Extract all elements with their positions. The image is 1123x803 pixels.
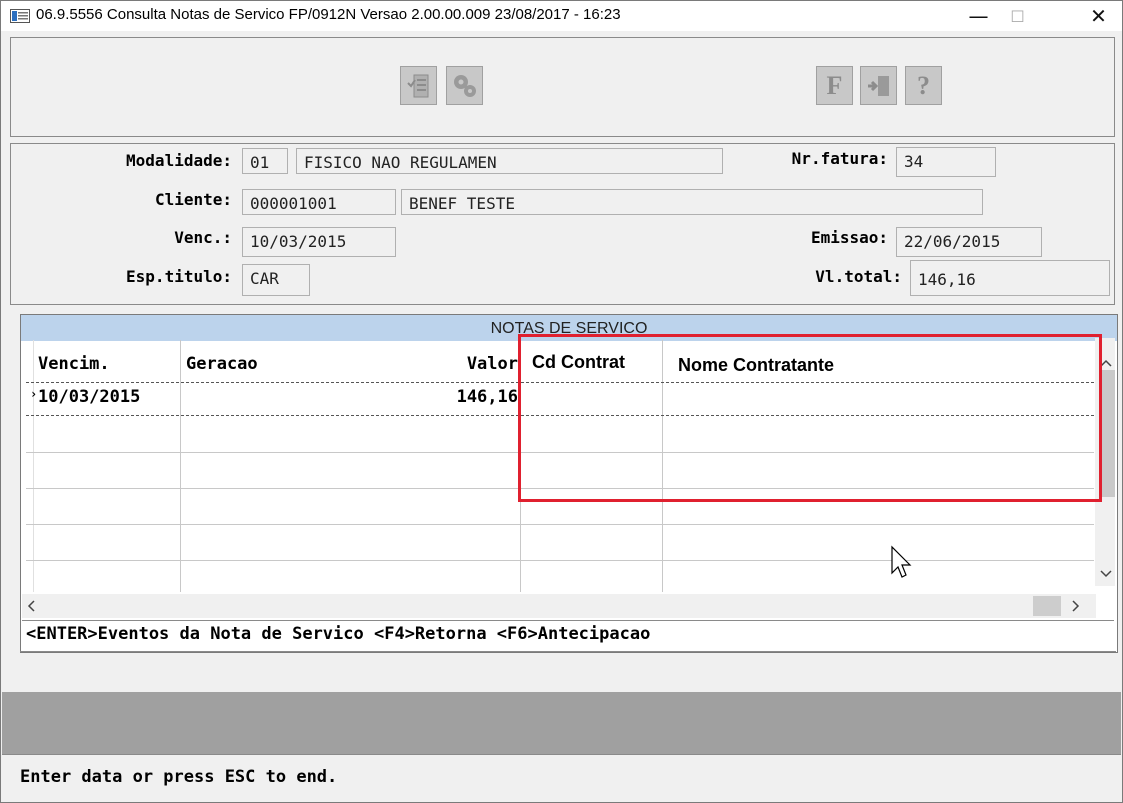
modalidade-code-field[interactable]: 01 — [242, 148, 288, 174]
vl-total-field[interactable]: 146,16 — [910, 260, 1110, 296]
help-button[interactable]: ? — [905, 66, 942, 105]
venc-label: Venc.: — [174, 228, 232, 247]
close-icon: ✕ — [1090, 4, 1107, 28]
grid-column-divider — [180, 340, 181, 592]
f-button[interactable]: F — [816, 66, 853, 105]
row-marker: › — [30, 387, 38, 401]
help-icon: ? — [917, 70, 930, 100]
scroll-right-icon[interactable] — [1071, 600, 1081, 612]
shortcut-hint: <ENTER>Eventos da Nota de Servico <F4>Re… — [26, 624, 651, 644]
cliente-code-field[interactable]: 000001001 — [242, 189, 396, 215]
nr-fatura-label: Nr.fatura: — [791, 149, 888, 168]
settings-button[interactable] — [446, 66, 483, 105]
gears-icon — [453, 74, 476, 97]
nr-fatura-field[interactable]: 34 — [896, 147, 996, 177]
cliente-label: Cliente: — [154, 190, 232, 209]
exit-button[interactable] — [860, 66, 897, 105]
horizontal-scrollbar[interactable] — [22, 594, 1096, 618]
f-icon: F — [826, 70, 843, 100]
panel-divider — [20, 651, 1116, 652]
app-window-icon — [10, 9, 30, 23]
maximize-icon: ☐ — [1010, 6, 1025, 26]
vl-total-label: Vl.total: — [815, 267, 902, 286]
close-button[interactable]: ✕ — [1076, 1, 1121, 31]
checklist-icon — [406, 74, 428, 97]
maximize-button[interactable]: ☐ — [995, 1, 1040, 31]
esp-titulo-label: Esp.titulo: — [126, 267, 232, 286]
grid-column-divider — [33, 340, 34, 592]
exit-door-icon — [867, 75, 889, 96]
mouse-cursor-icon — [891, 545, 912, 578]
toolbar — [10, 37, 1115, 137]
emissao-field[interactable]: 22/06/2015 — [896, 227, 1042, 257]
venc-field[interactable]: 10/03/2015 — [242, 227, 396, 257]
column-header-vencim[interactable]: Vencim. — [38, 354, 110, 374]
grid-row-separator — [26, 524, 1094, 525]
modalidade-desc-field[interactable]: FISICO NAO REGULAMEN — [296, 148, 723, 174]
grid-row-separator — [26, 560, 1094, 561]
status-message: Enter data or press ESC to end. — [20, 767, 338, 787]
esp-titulo-field[interactable]: CAR — [242, 264, 310, 296]
scroll-left-icon[interactable] — [26, 600, 36, 612]
emissao-label: Emissao: — [810, 228, 888, 247]
minimize-icon: — — [968, 4, 989, 28]
gray-panel — [2, 692, 1121, 754]
modalidade-label: Modalidade: — [126, 151, 232, 170]
column-header-valor[interactable]: Valor — [440, 354, 518, 374]
grid-bottom-border — [22, 620, 1114, 621]
window-title: 06.9.5556 Consulta Notas de Servico FP/0… — [36, 6, 621, 23]
cell-vencim[interactable]: 10/03/2015 — [38, 387, 140, 407]
cliente-name-field[interactable]: BENEF TESTE — [401, 189, 983, 215]
scroll-down-icon[interactable] — [1100, 569, 1112, 579]
column-header-geracao[interactable]: Geracao — [186, 354, 258, 374]
highlight-box — [518, 334, 1102, 502]
checklist-button[interactable] — [400, 66, 437, 105]
horizontal-scroll-thumb[interactable] — [1033, 596, 1061, 616]
cell-valor[interactable]: 146,16 — [400, 387, 518, 407]
